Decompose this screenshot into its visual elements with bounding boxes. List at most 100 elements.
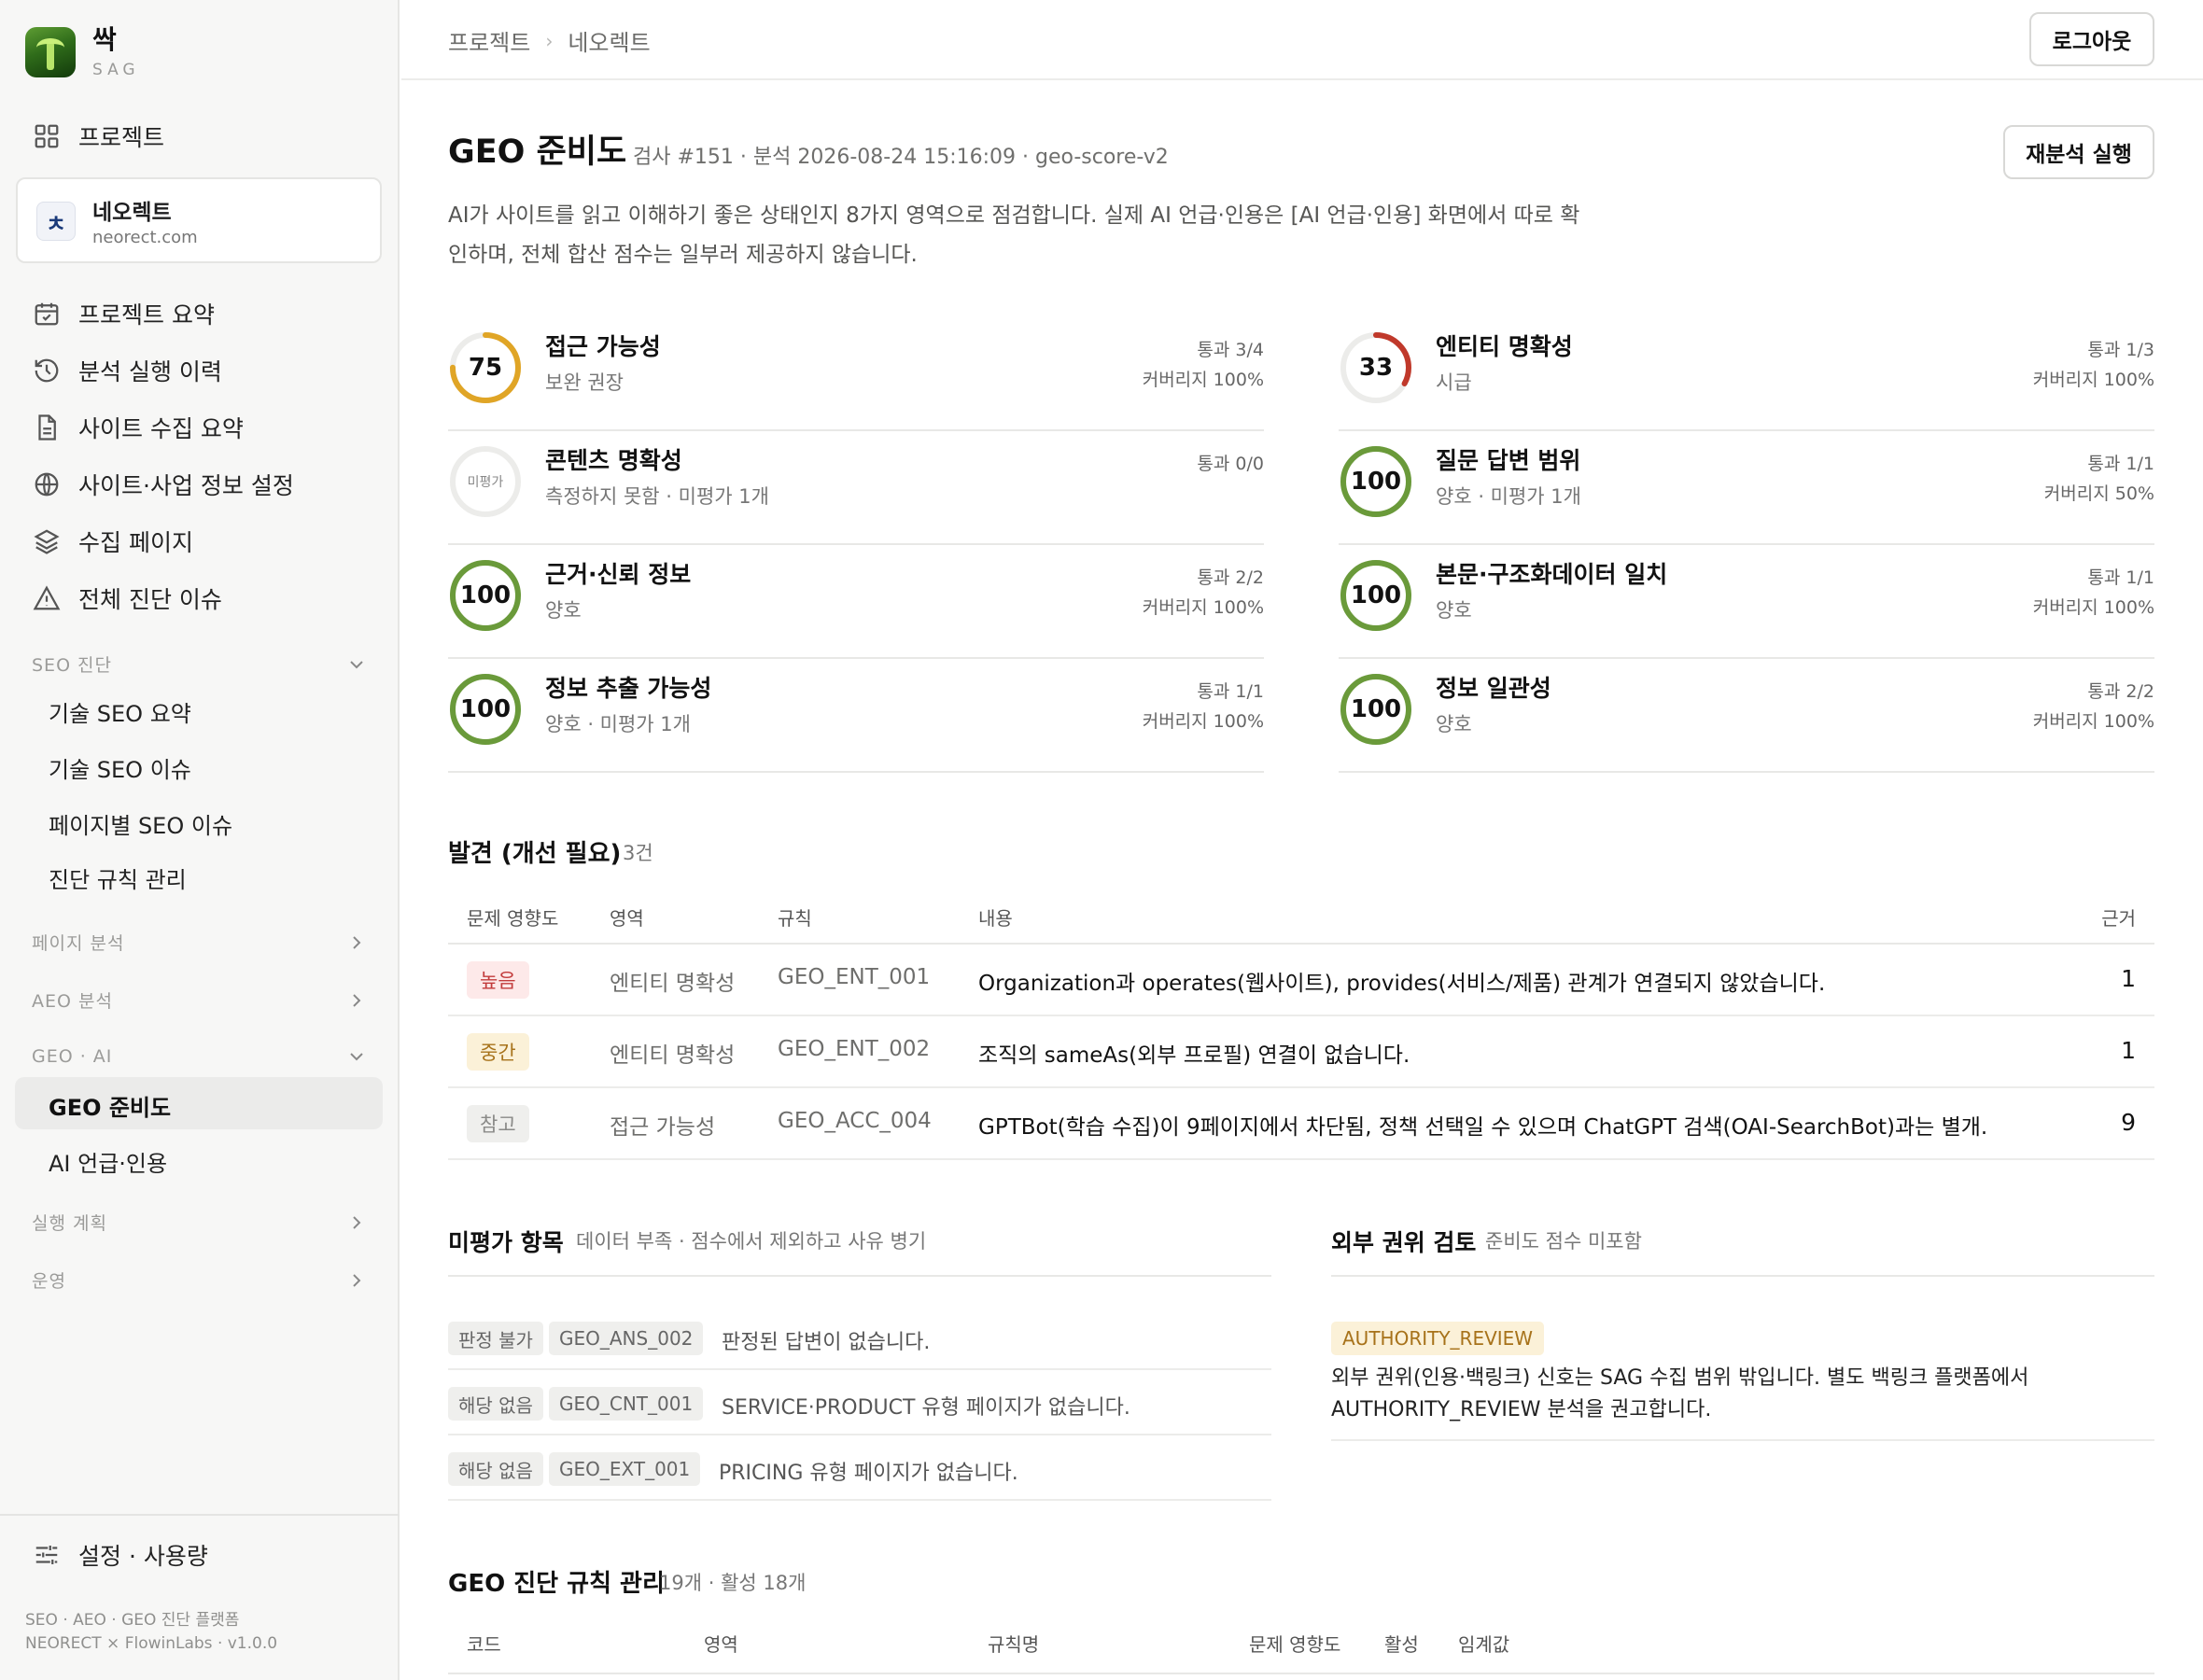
score-category-name: 정보 일관성: [1436, 675, 1551, 702]
project-logo-icon: ㅊ: [36, 202, 76, 241]
unevaluated-text: 판정된 답변이 없습니다.: [722, 1331, 931, 1354]
sidebar-item-all-issues[interactable]: 전체 진단 이슈: [32, 580, 222, 617]
score-value: 100: [459, 581, 512, 609]
sidebar-item-tech-seo-summary[interactable]: 기술 SEO 요약: [49, 695, 191, 728]
chevron-right-icon: ›: [545, 29, 554, 52]
unevaluated-text: PRICING 유형 페이지가 없습니다.: [719, 1462, 1018, 1485]
score-card[interactable]: 100 정보 일관성 양호 통과 2/2 커버리지 100%: [1339, 659, 2154, 773]
topbar: 프로젝트 › 네오렉트 로그아웃: [401, 0, 2203, 80]
cell-rule: GEO_ENT_002: [778, 1037, 931, 1061]
section-seo[interactable]: SEO 진단: [32, 651, 368, 677]
score-status: 양호: [1436, 713, 1472, 735]
section-page-analysis[interactable]: 페이지 분석: [32, 930, 368, 955]
score-card[interactable]: 미평가 콘텐츠 명확성 측정하지 못함 · 미평가 1개 통과 0/0: [448, 431, 1264, 545]
col-header-area[interactable]: 영역: [610, 903, 644, 931]
table-row[interactable]: 중간 엔티티 명확성 GEO_ENT_002 조직의 sameAs(외부 프로필…: [448, 1016, 2154, 1088]
sidebar-item-label: 설정 · 사용량: [78, 1543, 208, 1570]
findings-count: 3건: [623, 842, 653, 864]
table-row[interactable]: 높음 엔티티 명확성 GEO_ENT_001 Organization과 ope…: [448, 945, 2154, 1016]
score-ring: 100: [1339, 672, 1413, 747]
col-header-threshold[interactable]: 임계값: [1458, 1630, 1509, 1657]
score-pass-count: 통과 3/4: [1197, 340, 1264, 360]
score-pass-count: 통과 1/1: [2087, 567, 2154, 588]
unevaluated-text: SERVICE·PRODUCT 유형 페이지가 없습니다.: [722, 1396, 1130, 1420]
cell-content: Organization과 operates(웹사이트), provides(서…: [978, 972, 1826, 996]
score-card[interactable]: 100 근거·신뢰 정보 양호 통과 2/2 커버리지 100%: [448, 545, 1264, 659]
brand[interactable]: 싹 SAG: [25, 25, 140, 79]
breadcrumb-item-projects[interactable]: 프로젝트: [448, 24, 530, 57]
score-card[interactable]: 33 엔티티 명확성 시급 통과 1/3 커버리지 100%: [1339, 317, 2154, 431]
col-header-active[interactable]: 활성: [1384, 1630, 1419, 1657]
sidebar-item-site-settings[interactable]: 사이트·사업 정보 설정: [32, 466, 294, 503]
sidebar-item-geo-readiness[interactable]: GEO 준비도: [49, 1089, 171, 1122]
list-item: 해당 없음 GEO_CNT_001 SERVICE·PRODUCT 유형 페이지…: [448, 1370, 1271, 1435]
col-header-content[interactable]: 내용: [978, 903, 1013, 931]
cell-evidence[interactable]: 1: [2121, 965, 2136, 992]
footer-tagline: SEO · AEO · GEO 진단 플랫폼: [25, 1611, 240, 1630]
layers-icon: [32, 526, 62, 556]
section-label: 페이지 분석: [32, 933, 125, 954]
severity-badge: 중간: [467, 1033, 529, 1071]
score-card[interactable]: 75 접근 가능성 보완 권장 통과 3/4 커버리지 100%: [448, 317, 1264, 431]
sidebar-item-ai-mentions[interactable]: AI 언급·인용: [49, 1145, 167, 1178]
section-action-plan[interactable]: 실행 계획: [32, 1210, 368, 1235]
col-header-area[interactable]: 영역: [704, 1630, 738, 1657]
sidebar-item-run-history[interactable]: 분석 실행 이력: [32, 352, 222, 389]
globe-icon: [32, 469, 62, 499]
score-pass-count: 통과 1/3: [2087, 340, 2154, 360]
findings-title: 발견 (개선 필요): [448, 840, 622, 868]
score-status: 양호 · 미평가 1개: [1436, 485, 1581, 508]
sliders-icon: [32, 1540, 62, 1570]
score-card[interactable]: 100 질문 답변 범위 양호 · 미평가 1개 통과 1/1 커버리지 50%: [1339, 431, 2154, 545]
sidebar-item-project-summary[interactable]: 프로젝트 요약: [32, 295, 215, 332]
section-label: SEO 진단: [32, 655, 113, 676]
col-header-severity[interactable]: 문제 영향도: [467, 903, 558, 931]
col-header-rule[interactable]: 규칙: [778, 903, 812, 931]
score-ring: 100: [1339, 444, 1413, 519]
cell-evidence[interactable]: 1: [2121, 1037, 2136, 1064]
sidebar-item-settings[interactable]: 설정 · 사용량: [32, 1536, 208, 1574]
score-status: 보완 권장: [545, 371, 624, 394]
sidebar-item-label: 프로젝트: [78, 124, 165, 151]
score-pass-count: 통과 1/1: [1197, 681, 1264, 702]
col-header-code[interactable]: 코드: [467, 1630, 501, 1657]
list-item: 해당 없음 GEO_EXT_001 PRICING 유형 페이지가 없습니다.: [448, 1435, 1271, 1501]
page-description: AI가 사이트를 읽고 이해하기 좋은 상태인지 8가지 영역으로 점검합니다.…: [448, 203, 1580, 267]
score-ring: 미평가: [448, 444, 523, 519]
project-name: 네오렉트: [92, 201, 172, 225]
score-value: 100: [1350, 695, 1402, 723]
sidebar-item-crawled-pages[interactable]: 수집 페이지: [32, 523, 193, 560]
section-geo-ai[interactable]: GEO · AI: [32, 1045, 368, 1068]
sidebar-item-tech-seo-issues[interactable]: 기술 SEO 이슈: [49, 751, 191, 784]
score-card[interactable]: 100 정보 추출 가능성 양호 · 미평가 1개 통과 1/1 커버리지 100%: [448, 659, 1264, 773]
logout-button[interactable]: 로그아웃: [2029, 12, 2154, 66]
cell-rule: GEO_ENT_001: [778, 965, 931, 989]
col-header-rule-name[interactable]: 규칙명: [988, 1630, 1039, 1657]
reanalyze-button[interactable]: 재분석 실행: [2003, 125, 2154, 179]
score-status: 시급: [1436, 371, 1472, 394]
score-coverage: 커버리지 100%: [2032, 370, 2154, 390]
score-value: 100: [1350, 581, 1402, 609]
section-aeo[interactable]: AEO 분석: [32, 987, 368, 1013]
score-pass-count: 통과 1/1: [2087, 454, 2154, 474]
sidebar-item-page-seo-issues[interactable]: 페이지별 SEO 이슈: [49, 807, 232, 840]
col-header-evidence[interactable]: 근거: [2101, 903, 2136, 931]
project-card[interactable]: ㅊ 네오렉트 neorect.com: [16, 177, 382, 263]
section-operations[interactable]: 운영: [32, 1267, 368, 1293]
cell-evidence[interactable]: 9: [2121, 1109, 2136, 1136]
sidebar-item-label: 전체 진단 이슈: [78, 586, 222, 613]
sidebar-item-label: 사이트 수집 요약: [78, 415, 244, 442]
score-coverage: 커버리지 100%: [1142, 597, 1264, 618]
score-value: 100: [1350, 468, 1402, 496]
code-tag: GEO_ANS_002: [549, 1322, 704, 1355]
col-header-severity[interactable]: 문제 영향도: [1249, 1630, 1340, 1657]
breadcrumb-item-current[interactable]: 네오렉트: [568, 24, 650, 57]
score-card[interactable]: 100 본문·구조화데이터 일치 양호 통과 1/1 커버리지 100%: [1339, 545, 2154, 659]
divider: [1331, 1275, 2154, 1277]
table-row[interactable]: 참고 접근 가능성 GEO_ACC_004 GPTBot(학습 수집)이 9페이…: [448, 1088, 2154, 1160]
section-label: 실행 계획: [32, 1213, 107, 1234]
sidebar-item-crawl-summary[interactable]: 사이트 수집 요약: [32, 409, 244, 446]
section-label: 운영: [32, 1271, 66, 1292]
sidebar-item-projects[interactable]: 프로젝트: [32, 118, 164, 155]
sidebar-item-rule-management[interactable]: 진단 규칙 관리: [49, 861, 187, 894]
